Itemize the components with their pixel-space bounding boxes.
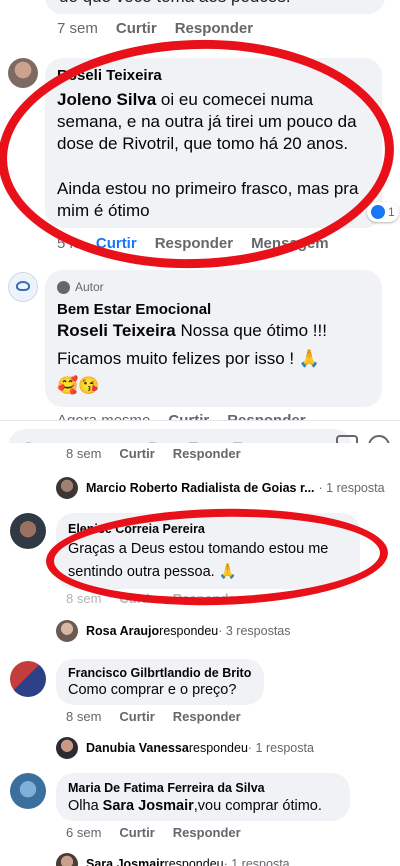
comment-actions-maria: 6 sem Curtir Responder: [66, 825, 259, 840]
comment-author[interactable]: Roseli Teixeira: [57, 67, 162, 84]
mention-link[interactable]: Joleno Silva: [57, 90, 156, 109]
comment-time: 8 sem: [66, 709, 102, 724]
reply-button[interactable]: Responder: [173, 825, 241, 840]
comment-time: 8 sem: [66, 591, 102, 606]
comment-bubble-elenice: Elenice Correia Pereira Graças a Deus es…: [56, 513, 360, 589]
reply-count: · 1 resposta: [247, 741, 314, 755]
mention-link[interactable]: Sara Josmair: [103, 798, 194, 814]
reply-button[interactable]: Responder: [227, 412, 305, 420]
like-button[interactable]: Curtir: [116, 20, 157, 37]
previous-comment-bubble: do que você toma aos poucos.: [45, 0, 385, 14]
replies-link-sara[interactable]: Sara Josmair respondeu · 1 resposta: [56, 853, 290, 866]
avatar: [56, 477, 78, 499]
comment-body: ,vou comprar ótimo.: [193, 798, 322, 814]
reply-verb: respondeu: [188, 741, 248, 755]
reply-verb: respondeu: [164, 857, 224, 866]
reply-author: Marcio Roberto Radialista de Goias r...: [86, 481, 315, 495]
comment-author[interactable]: Bem Estar Emocional: [57, 301, 211, 318]
like-button[interactable]: Curtir: [119, 825, 154, 840]
reply-button[interactable]: Responder: [173, 446, 241, 461]
comment-body: Nossa que ótimo !!!: [175, 321, 327, 340]
comment-text: Graças a Deus estou tomando estou me sen…: [68, 541, 329, 580]
comment-text-line2: Ficamos muito felizes por isso ! 🙏: [57, 349, 321, 368]
reply-button[interactable]: Responder: [175, 20, 253, 37]
comment-emoji: 🥰😘: [57, 376, 100, 395]
message-button[interactable]: Mensagem: [251, 235, 329, 252]
avatar: [56, 853, 78, 866]
reply-count: · 3 respostas: [218, 624, 291, 638]
page-logo-icon: [16, 281, 30, 291]
avatar: [56, 620, 78, 642]
comment-text: Como comprar e o preço?: [68, 682, 237, 698]
like-button[interactable]: Curtir: [119, 709, 154, 724]
comment-bubble-bem-estar: Autor Bem Estar Emocional Roseli Teixeir…: [45, 270, 382, 407]
comment-prefix: Olha: [68, 798, 103, 814]
comment-bubble-francisco: Francisco Gilbrtlandio de Brito Como com…: [56, 659, 264, 705]
avatar: [56, 737, 78, 759]
reply-button[interactable]: Responder: [173, 709, 241, 724]
comment-author[interactable]: Elenice Correia Pereira: [68, 522, 205, 536]
comment-time: 6 sem: [66, 825, 102, 840]
reaction-count: 1: [388, 205, 395, 219]
previous-comment-text: do que você toma aos poucos.: [59, 0, 291, 8]
reply-count: · 1 resposta: [223, 857, 290, 866]
like-reaction-icon: [371, 205, 385, 219]
reply-button[interactable]: Responder: [173, 591, 241, 606]
comment-time: 8 sem: [66, 446, 102, 461]
bottom-screenshot: Comentar como Bem Estar E... 8 semCurtir…: [0, 420, 400, 866]
like-button[interactable]: Curtir: [119, 446, 154, 461]
comment-actions-roseli: 5 h Curtir Responder Mensagem: [57, 235, 347, 252]
avatar[interactable]: [8, 58, 38, 88]
author-badge: Autor: [57, 280, 104, 294]
comment-text: Roseli Teixeira Nossa que ótimo !!!: [57, 320, 375, 342]
comment-time: 7 sem: [57, 20, 98, 37]
author-badge-icon: [57, 280, 70, 294]
avatar[interactable]: [10, 661, 46, 697]
reply-button[interactable]: Responder: [155, 235, 233, 252]
comment-bubble-maria: Maria De Fatima Ferreira da Silva Olha S…: [56, 773, 350, 821]
avatar[interactable]: [10, 773, 46, 809]
replies-link-marcio[interactable]: Marcio Roberto Radialista de Goias r... …: [56, 477, 385, 499]
comment-text: Olha Sara Josmair,vou comprar ótimo.: [68, 795, 322, 818]
comment-bubble-roseli: Roseli Teixeira Joleno Silva oi eu comec…: [45, 58, 382, 228]
comment-author[interactable]: Maria De Fatima Ferreira da Silva: [68, 781, 265, 795]
like-button[interactable]: Curtir: [168, 412, 209, 420]
comment-actions-elenice: 8 sem Curtir Responder: [66, 591, 259, 606]
comment-actions-top: 8 sem Curtir Responder: [66, 446, 259, 461]
reply-author: Danubia Vanessa: [86, 741, 189, 755]
previous-comment-actions: 7 sem Curtir Responder: [57, 20, 271, 37]
comment-text-line2: Ainda estou no primeiro frasco, mas pra …: [57, 179, 359, 220]
comment-actions-francisco: 8 sem Curtir Responder: [66, 709, 259, 724]
top-screenshot: do que você toma aos poucos. 7 sem Curtir…: [0, 0, 400, 420]
avatar[interactable]: [10, 513, 46, 549]
comment-time: 5 h: [57, 235, 78, 252]
reply-author: Sara Josmair: [86, 857, 165, 866]
reply-author: Rosa Araujo: [86, 624, 160, 638]
comment-time: Agora mesmo: [57, 412, 150, 420]
comment-actions-bem-estar: Agora mesmo Curtir Responder: [57, 412, 324, 420]
like-button[interactable]: Curtir: [119, 591, 154, 606]
replies-link-danubia[interactable]: Danubia Vanessa respondeu · 1 resposta: [56, 737, 314, 759]
author-badge-label: Autor: [75, 280, 104, 294]
reply-count: · 1 resposta: [318, 481, 385, 495]
like-button[interactable]: Curtir: [96, 235, 137, 252]
comment-author[interactable]: Francisco Gilbrtlandio de Brito: [68, 666, 251, 680]
mention-link[interactable]: Roseli Teixeira: [57, 321, 176, 340]
reaction-badge[interactable]: 1: [367, 202, 399, 222]
comment-text: Joleno Silva oi eu comecei numa semana, …: [57, 89, 375, 155]
replies-link-rosa[interactable]: Rosa Araujo respondeu · 3 respostas: [56, 620, 291, 642]
page-avatar[interactable]: [8, 272, 38, 302]
reply-verb: respondeu: [159, 624, 219, 638]
